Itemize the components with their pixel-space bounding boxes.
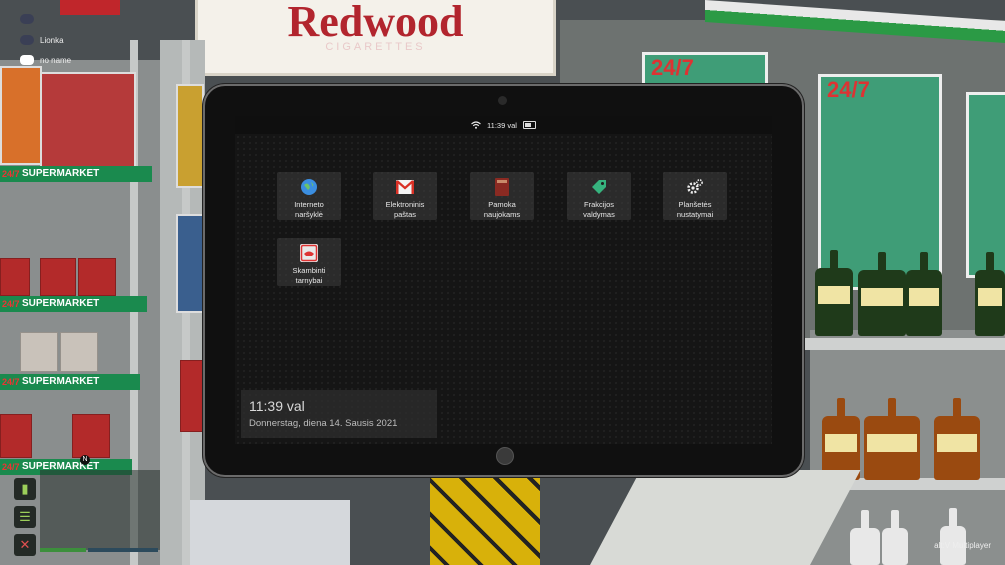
tablet: 11:39 val Interneto naršyklė Elektronini… bbox=[203, 84, 804, 477]
app-label: Planšetės bbox=[678, 200, 712, 209]
discord-icon bbox=[20, 55, 34, 65]
redwood-sign: Redwood CIGARETTES bbox=[195, 0, 556, 76]
clock-date: Donnerstag, diena 14. Sausis 2021 bbox=[249, 418, 398, 429]
minimap: N bbox=[40, 455, 160, 550]
app-settings[interactable]: Planšetės nustatymai bbox=[663, 172, 727, 220]
book-icon bbox=[493, 178, 511, 196]
food-icon: ☰ bbox=[14, 506, 36, 528]
hud-status-icons: ▮ ☰ ✕ bbox=[14, 478, 36, 556]
shelf-board bbox=[805, 338, 1005, 350]
magazine bbox=[176, 214, 204, 313]
app-browser[interactable]: Interneto naršyklė bbox=[277, 172, 341, 220]
red-sign-corner bbox=[60, 0, 120, 15]
app-label: paštas bbox=[393, 210, 417, 219]
sos-phone-icon bbox=[300, 244, 318, 262]
cigarette-box bbox=[0, 414, 32, 458]
cigarette-box bbox=[60, 332, 98, 372]
app-label: naujokams bbox=[483, 210, 521, 219]
wifi-icon bbox=[471, 121, 481, 129]
hud-player-row: Lionka bbox=[20, 35, 64, 45]
wall-poster bbox=[966, 92, 1005, 278]
cigarette-box bbox=[78, 258, 116, 296]
tablet-screen: 11:39 val Interneto naršyklė Elektronini… bbox=[235, 116, 772, 444]
app-label: Frakcijos bbox=[583, 200, 614, 209]
bottle bbox=[934, 398, 980, 480]
rack-label: SUPERMARKET bbox=[0, 166, 152, 182]
redwood-sign-sub: CIGARETTES bbox=[325, 41, 426, 53]
rack-label: SUPERMARKET bbox=[0, 296, 147, 312]
avatar bbox=[20, 35, 34, 45]
avatar bbox=[20, 14, 34, 24]
rack-label: SUPERMARKET bbox=[0, 374, 140, 390]
gmail-icon bbox=[396, 178, 414, 196]
globe-icon bbox=[300, 178, 318, 196]
cigarette-box bbox=[0, 258, 30, 296]
magazine bbox=[176, 84, 204, 188]
status-time: 11:39 val bbox=[487, 120, 517, 130]
app-guide[interactable]: Pamoka naujokams bbox=[470, 172, 534, 220]
hud-player-name: no name bbox=[40, 55, 72, 65]
player-character bbox=[430, 470, 540, 565]
gears-icon bbox=[686, 178, 704, 196]
minimap-north-marker: N bbox=[80, 455, 90, 465]
app-label: valdymas bbox=[583, 210, 615, 219]
altv-footer: alt:V Multiplayer bbox=[934, 541, 991, 550]
cigarette-box bbox=[180, 360, 204, 432]
hud-player-row bbox=[20, 14, 40, 24]
clock-widget: 11:39 val Donnerstag, diena 14. Sausis 2… bbox=[241, 390, 437, 438]
tag-icon bbox=[590, 178, 608, 196]
hud-player-name: Lionka bbox=[40, 35, 64, 45]
mic-muted-icon: ✕ bbox=[14, 534, 36, 556]
product-boxes bbox=[190, 500, 350, 565]
app-label: naršyklė bbox=[295, 210, 323, 219]
bottle bbox=[850, 510, 880, 565]
battery-icon: ▮ bbox=[14, 478, 36, 500]
app-label: Interneto bbox=[294, 200, 324, 209]
app-emergency[interactable]: Skambinti tarnybai bbox=[277, 238, 341, 286]
app-label: Pamoka bbox=[488, 200, 516, 209]
armor-bar bbox=[88, 548, 158, 552]
bottle bbox=[815, 250, 853, 336]
app-label: tarnybai bbox=[295, 276, 323, 285]
cigarette-box bbox=[40, 258, 76, 296]
hud-player-row: no name bbox=[20, 55, 71, 65]
app-label: nustatymai bbox=[676, 210, 714, 219]
cigarette-box bbox=[72, 414, 110, 458]
health-bar bbox=[40, 548, 86, 552]
app-label: Elektroninis bbox=[385, 200, 425, 209]
app-mail[interactable]: Elektroninis paštas bbox=[373, 172, 437, 220]
bottle bbox=[864, 398, 920, 480]
app-faction[interactable]: Frakcijos valdymas bbox=[567, 172, 631, 220]
bottle bbox=[858, 252, 906, 336]
battery-icon bbox=[522, 121, 536, 129]
tablet-status-bar: 11:39 val bbox=[235, 116, 772, 134]
home-button[interactable] bbox=[496, 447, 514, 465]
magazine bbox=[0, 66, 42, 165]
cigarette-box bbox=[20, 332, 58, 372]
bottle bbox=[975, 252, 1005, 336]
bottle bbox=[906, 252, 942, 336]
app-label: Skambinti bbox=[292, 266, 326, 275]
magazine bbox=[40, 72, 136, 170]
clock-time: 11:39 val bbox=[249, 398, 305, 414]
bottle bbox=[882, 510, 908, 565]
tablet-camera bbox=[498, 96, 507, 105]
